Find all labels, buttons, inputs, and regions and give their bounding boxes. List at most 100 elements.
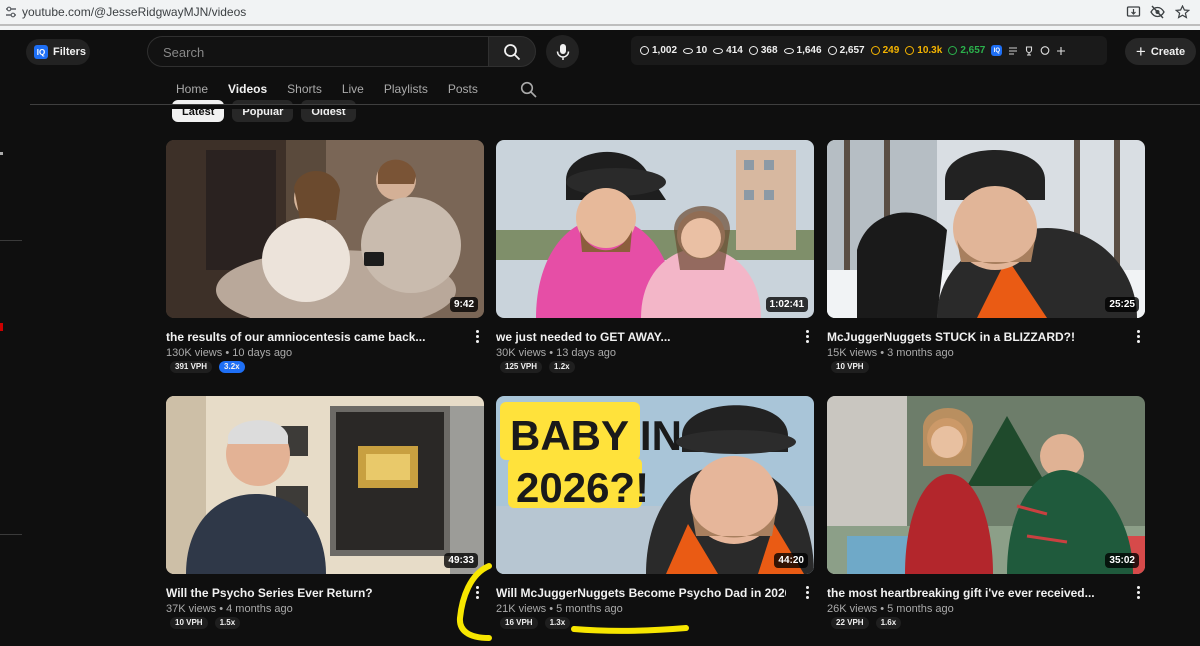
duration-badge: 44:20 [774,553,808,568]
video-title[interactable]: the most heartbreaking gift i've ever re… [827,586,1117,600]
chat-icon[interactable] [1040,45,1050,56]
meta-separator: • [222,347,233,359]
tab-live[interactable]: Live [342,82,364,98]
trophy-icon[interactable] [1024,45,1034,56]
microphone-icon [556,43,569,60]
duration-badge: 49:33 [444,553,478,568]
eye-icon [783,47,794,54]
tab-playlists[interactable]: Playlists [384,82,428,98]
tab-shorts[interactable]: Shorts [287,82,322,98]
video-title[interactable]: Will the Psycho Series Ever Return? [166,586,456,600]
video-title[interactable]: Will McJuggerNuggets Become Psycho Dad i… [496,586,786,600]
video-title[interactable]: the results of our amniocentesis came ba… [166,330,456,344]
iq-tool-icon[interactable]: IQ [991,45,1003,56]
stat-value: 2,657 [960,45,986,56]
browser-separator [0,24,1200,30]
stat-item: 368 [748,45,778,56]
url-text[interactable]: youtube.com/@JesseRidgwayMJN/videos [22,5,246,19]
thumbnail-image: BABY IN 2026?! [496,396,814,574]
sparkle-icon[interactable] [1056,46,1066,56]
thumbnail-image [496,140,814,318]
stat-item: 2,657 [948,45,985,56]
channel-tabs: Home Videos Shorts Live Playlists Posts [176,82,498,98]
eye-off-icon[interactable] [1150,5,1165,19]
multiplier-badge: 3.2x [219,361,245,373]
stat-item: 2,657 [827,45,865,56]
thumbnail-image [166,140,484,318]
video-card[interactable]: 49:33 Will the Psycho Series Ever Return?… [166,396,484,636]
video-thumbnail[interactable]: 35:02 [827,396,1145,574]
stat-value: 249 [882,45,900,56]
video-thumbnail[interactable]: 9:42 [166,140,484,318]
install-app-icon[interactable] [1126,5,1141,19]
video-card[interactable]: 1:02:41 we just needed to GET AWAY... 30K … [496,140,814,380]
duration-badge: 1:02:41 [765,297,808,312]
upload-age: 5 months ago [887,603,954,615]
duration-badge: 35:02 [1105,553,1139,568]
tab-home[interactable]: Home [176,82,208,98]
thumb-text-line1: BABY IN [510,412,682,459]
stats-badges: 391 VPH 3.2x [170,361,245,373]
sidebar-divider [0,534,22,535]
video-meta: 15K views • 3 months ago [827,347,954,359]
voice-search-button[interactable] [546,35,579,68]
video-meta: 130K views • 10 days ago [166,347,292,359]
more-options-icon[interactable] [1133,330,1143,346]
clock-icon [870,46,880,55]
more-options-icon[interactable] [1133,586,1143,602]
video-card[interactable]: BABY IN 2026?! 44:20 Will McJuggerNuggets B… [496,396,814,636]
vph-badge: 10 VPH [831,361,869,373]
more-options-icon[interactable] [472,586,482,602]
stat-item: 249 [870,45,900,56]
clock-icon [640,46,649,55]
tabs-divider [30,104,1200,109]
vph-badge: 391 VPH [170,361,213,373]
video-card[interactable]: 9:42 the results of our amniocentesis cam… [166,140,484,380]
multiplier-badge: 1.3x [544,617,571,629]
stat-value: 2,657 [839,45,865,56]
stats-badges: 125 VPH 1.2x [500,361,575,373]
more-options-icon[interactable] [802,586,812,602]
search-input[interactable] [161,37,485,68]
more-options-icon[interactable] [802,330,812,346]
create-button[interactable]: + Create [1125,38,1196,65]
filters-button[interactable]: IQ Filters [26,39,90,65]
tab-posts[interactable]: Posts [448,82,478,98]
video-thumbnail[interactable]: BABY IN 2026?! 44:20 [496,396,814,574]
search-box[interactable] [147,36,488,68]
tab-videos[interactable]: Videos [228,82,267,98]
stat-value: 10 [696,45,708,56]
video-title[interactable]: we just needed to GET AWAY... [496,330,786,344]
multiplier-badge: 1.5x [214,617,241,629]
site-settings-icon[interactable] [4,5,18,19]
browser-address-bar[interactable]: youtube.com/@JesseRidgwayMJN/videos [0,0,1200,24]
filters-label: Filters [53,46,87,58]
video-thumbnail[interactable]: 25:25 [827,140,1145,318]
eye-icon [683,47,694,54]
upload-age: 4 months ago [226,603,293,615]
thumb-text-line2: 2026?! [516,464,649,511]
channel-search-icon[interactable] [520,81,537,98]
video-meta: 21K views • 5 months ago [496,603,623,615]
channel-stats-bar: 1,002 10 414 368 1,646 2,657 249 10.3k 2,657 IQ [631,36,1107,65]
thumbnail-image [827,396,1145,574]
vph-badge: 16 VPH [500,617,538,629]
eye-icon [713,47,724,54]
bookmark-star-icon[interactable] [1175,5,1190,19]
view-count: 15K views [827,347,878,359]
video-card[interactable]: 35:02 the most heartbreaking gift i've ev… [827,396,1145,636]
bolt-icon [748,46,758,55]
view-count: 30K views [496,347,547,359]
video-title[interactable]: McJuggerNuggets STUCK in a BLIZZARD?! [827,330,1117,344]
tab-border [0,24,1200,26]
search-button[interactable] [488,36,536,67]
video-thumbnail[interactable]: 1:02:41 [496,140,814,318]
video-thumbnail[interactable]: 49:33 [166,396,484,574]
video-card[interactable]: 25:25 McJuggerNuggets STUCK in a BLIZZARD… [827,140,1145,380]
stats-badges: 16 VPH 1.3x [500,617,571,629]
meta-separator: • [546,347,557,359]
list-icon[interactable] [1008,46,1018,55]
more-options-icon[interactable] [472,330,482,346]
person-icon [827,46,837,55]
thumbnail-image [827,140,1145,318]
